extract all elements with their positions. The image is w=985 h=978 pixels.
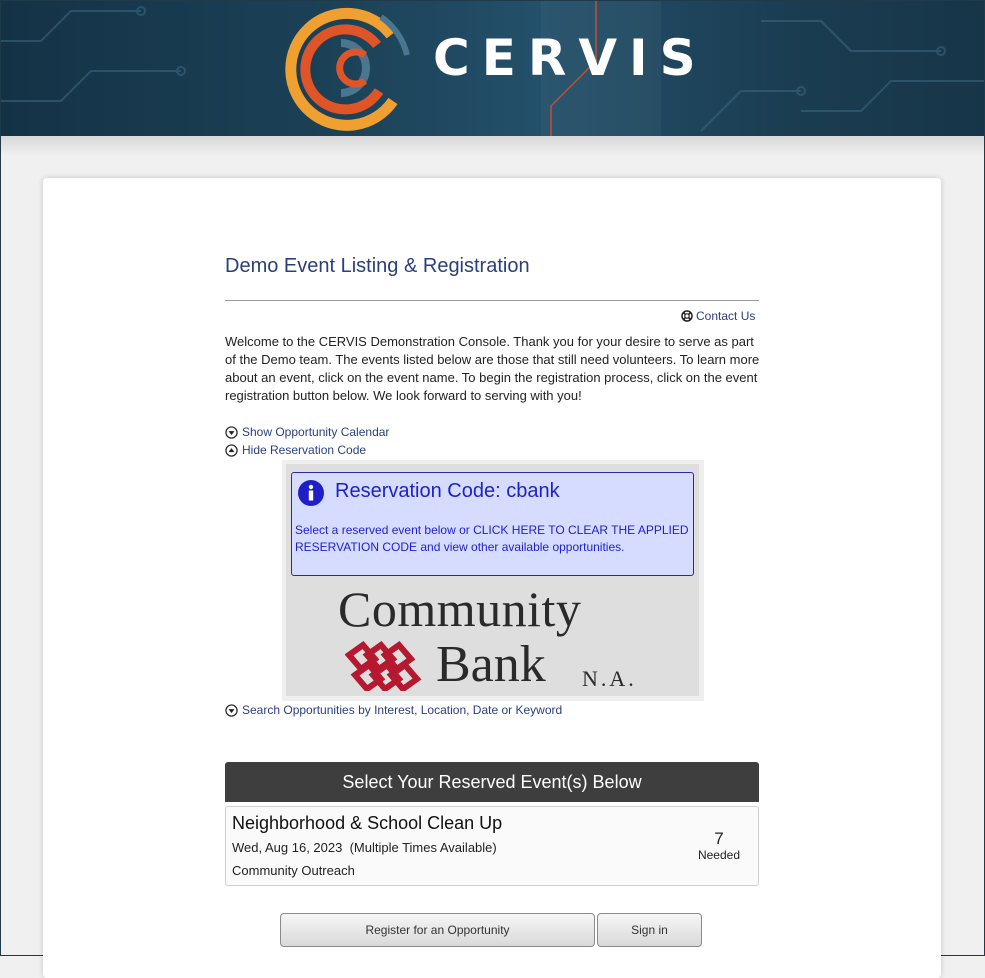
event-name-link[interactable]: Neighborhood & School Clean Up (232, 813, 502, 834)
expand-circle-icon (225, 703, 238, 717)
event-date: Wed, Aug 16, 2023 (Multiple Times Availa… (232, 840, 497, 855)
event-list-item[interactable]: Neighborhood & School Clean Up Wed, Aug … (225, 806, 759, 886)
search-opportunities-label: Search Opportunities by Interest, Locati… (242, 703, 563, 717)
show-calendar-label: Show Opportunity Calendar (242, 425, 390, 439)
collapse-circle-icon (225, 443, 238, 457)
lifebuoy-icon (681, 310, 693, 322)
info-icon (298, 480, 324, 506)
site-header: CERVIS (1, 1, 984, 136)
register-button[interactable]: Register for an Opportunity (280, 913, 595, 947)
header-shadow (1, 136, 984, 156)
volunteers-needed-label: Needed (697, 848, 741, 862)
title-divider (225, 300, 759, 301)
contact-us-link[interactable]: Contact Us (681, 309, 755, 323)
sponsor-logo-suffix: N.A. (582, 666, 637, 691)
sign-in-button[interactable]: Sign in (597, 913, 702, 947)
hide-reservation-toggle[interactable]: Hide Reservation Code (225, 443, 366, 457)
reservation-code-title: Reservation Code: cbank (335, 480, 560, 502)
expand-circle-icon (225, 425, 238, 439)
cervis-c-logo-icon (285, 7, 410, 131)
reservation-code-box: Reservation Code: cbank Select a reserve… (291, 472, 694, 576)
contact-us-label: Contact Us (696, 309, 756, 323)
show-calendar-toggle[interactable]: Show Opportunity Calendar (225, 425, 389, 439)
hide-reservation-label: Hide Reservation Code (242, 443, 367, 457)
event-category: Community Outreach (232, 863, 355, 878)
search-opportunities-toggle[interactable]: Search Opportunities by Interest, Locati… (225, 703, 562, 717)
sponsor-logo-word2: Bank (436, 636, 546, 693)
page-title: Demo Event Listing & Registration (225, 255, 530, 277)
sponsor-logo-word1: Community (338, 581, 582, 637)
site-logo-text: CERVIS (433, 29, 708, 87)
clear-reservation-link[interactable]: Select a reserved event below or CLICK H… (295, 522, 690, 556)
volunteers-needed-count: 7 (714, 829, 724, 848)
chain-link-logo-icon (345, 641, 422, 691)
reserved-events-header: Select Your Reserved Event(s) Below (225, 762, 759, 802)
welcome-text: Welcome to the CERVIS Demonstration Cons… (225, 334, 760, 403)
